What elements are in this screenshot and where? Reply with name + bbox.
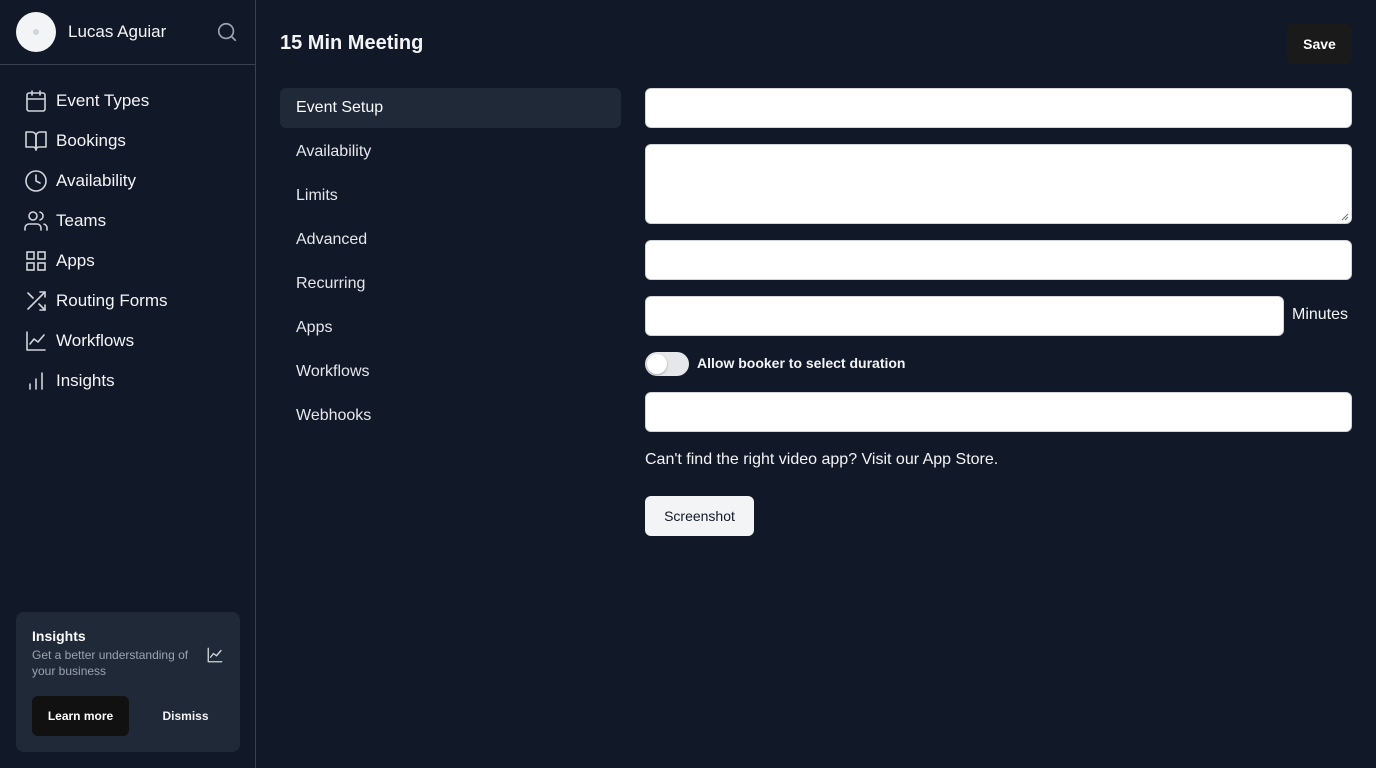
- insights-card-title: Insights: [32, 628, 86, 644]
- location-input[interactable]: [645, 392, 1352, 432]
- sidebar-item-label: Teams: [56, 211, 107, 230]
- sidebar-item-availability[interactable]: Availability: [0, 161, 255, 201]
- url-input[interactable]: [645, 240, 1352, 280]
- line-chart-icon: [207, 647, 223, 663]
- shuffle-icon: [27, 291, 46, 311]
- insights-card-description: Get a better understanding of your busin…: [32, 648, 189, 678]
- sidebar-item-insights[interactable]: Insights: [0, 361, 255, 401]
- tab-webhooks[interactable]: Webhooks: [280, 396, 621, 436]
- app-store-help-text: Can't find the right video app? Visit ou…: [645, 451, 999, 468]
- sidebar-item-label: Apps: [56, 251, 95, 270]
- search-icon: [217, 22, 237, 42]
- tab-availability[interactable]: Availability: [280, 132, 621, 172]
- users-icon: [24, 211, 48, 231]
- duration-input[interactable]: [645, 296, 1284, 336]
- screenshot-button[interactable]: Screenshot: [645, 496, 754, 536]
- sidebar-item-workflows[interactable]: Workflows: [0, 321, 255, 361]
- sidebar-item-label: Workflows: [56, 331, 135, 350]
- calendar-icon: [26, 90, 46, 112]
- tab-event-setup[interactable]: Event Setup: [280, 88, 621, 128]
- user-header: Lucas Aguiar: [0, 0, 255, 65]
- grid-icon: [26, 251, 46, 271]
- dismiss-button[interactable]: Dismiss: [137, 696, 234, 736]
- avatar[interactable]: [16, 12, 56, 52]
- clock-icon: [25, 170, 47, 192]
- sidebar-item-label: Routing Forms: [56, 291, 168, 310]
- search-button[interactable]: [215, 20, 239, 44]
- tab-workflows[interactable]: Workflows: [280, 352, 621, 392]
- sidebar-item-bookings[interactable]: Bookings: [0, 121, 255, 161]
- sidebar-item-label: Availability: [56, 171, 137, 190]
- resize-handle-icon[interactable]: [1341, 213, 1349, 221]
- insights-promo-card: Insights Get a better understanding of y…: [16, 612, 240, 752]
- sidebar-item-routing-forms[interactable]: Routing Forms: [0, 281, 255, 321]
- sidebar: Lucas Aguiar Event Types Bookings Availa…: [0, 0, 256, 768]
- book-open-icon: [25, 131, 47, 151]
- sidebar-item-label: Bookings: [56, 131, 126, 150]
- tab-advanced[interactable]: Advanced: [280, 220, 621, 260]
- allow-duration-toggle[interactable]: [645, 352, 689, 376]
- bar-chart-icon: [29, 372, 43, 390]
- tab-recurring[interactable]: Recurring: [280, 264, 621, 304]
- main-nav: Event Types Bookings Availability Teams …: [0, 65, 255, 401]
- insights-card-actions: Learn more Dismiss: [32, 696, 234, 736]
- line-chart-icon: [26, 331, 46, 351]
- allow-duration-label: Allow booker to select duration: [697, 355, 906, 371]
- avatar-dot: [33, 29, 39, 35]
- learn-more-button[interactable]: Learn more: [32, 696, 129, 736]
- sidebar-item-event-types[interactable]: Event Types: [0, 81, 255, 121]
- sidebar-item-teams[interactable]: Teams: [0, 201, 255, 241]
- tab-apps[interactable]: Apps: [280, 308, 621, 348]
- tab-limits[interactable]: Limits: [280, 176, 621, 216]
- sidebar-item-label: Event Types: [56, 91, 150, 110]
- sidebar-item-label: Insights: [56, 371, 115, 390]
- save-button[interactable]: Save: [1287, 24, 1352, 64]
- event-settings-nav: Event Setup Availability Limits Advanced…: [280, 88, 621, 440]
- toggle-knob: [647, 354, 667, 374]
- title-input[interactable]: [645, 88, 1352, 128]
- duration-unit-label: Minutes: [1292, 306, 1349, 323]
- sidebar-item-apps[interactable]: Apps: [0, 241, 255, 281]
- page-title: 15 Min Meeting: [280, 32, 424, 54]
- user-name[interactable]: Lucas Aguiar: [68, 22, 166, 42]
- description-textarea[interactable]: [645, 144, 1352, 224]
